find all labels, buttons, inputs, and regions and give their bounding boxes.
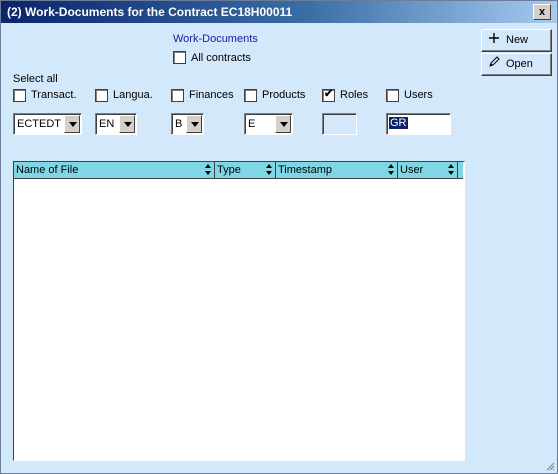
- roles-textbox[interactable]: [322, 113, 357, 135]
- finances-combo[interactable]: B: [171, 113, 204, 135]
- column-header-type[interactable]: Type: [215, 162, 276, 178]
- products-combo-value: E: [248, 118, 256, 130]
- column-header-user[interactable]: User: [398, 162, 458, 178]
- transact-checkbox[interactable]: [13, 89, 26, 102]
- sort-icon[interactable]: [388, 164, 394, 176]
- window-title: (2) Work-Documents for the Contract EC18…: [7, 5, 293, 19]
- chevron-down-icon[interactable]: [275, 115, 291, 133]
- checkmark-icon: ✔: [324, 88, 334, 100]
- all-contracts-label: All contracts: [191, 52, 251, 64]
- chevron-down-icon[interactable]: [119, 115, 135, 133]
- column-header-name-of-file[interactable]: Name of File: [14, 162, 215, 178]
- products-combo[interactable]: E: [244, 113, 293, 135]
- sort-icon[interactable]: [266, 164, 272, 176]
- column-header-timestamp[interactable]: Timestamp: [276, 162, 398, 178]
- users-checkbox[interactable]: [386, 89, 399, 102]
- sort-icon[interactable]: [448, 164, 454, 176]
- transact-combo-value: ECTEDT: [17, 118, 61, 130]
- open-button-label: Open: [506, 58, 533, 70]
- roles-checkbox[interactable]: ✔: [322, 88, 335, 102]
- users-textbox-value: GR: [389, 117, 408, 129]
- documents-table[interactable]: Name of File Type Timestamp User: [13, 161, 465, 461]
- products-label: Products: [262, 89, 306, 101]
- users-textbox[interactable]: GR: [386, 113, 451, 135]
- finances-checkbox[interactable]: [171, 89, 184, 102]
- langua-checkbox[interactable]: [95, 89, 108, 102]
- plus-icon: [488, 32, 500, 47]
- transact-combo[interactable]: ECTEDT: [13, 113, 82, 135]
- close-button[interactable]: x: [533, 4, 551, 20]
- select-all-label: Select all: [13, 73, 58, 85]
- transact-label: Transact.: [31, 89, 77, 101]
- chevron-down-icon[interactable]: [186, 115, 202, 133]
- users-label: Users: [404, 89, 433, 101]
- work-documents-window: (2) Work-Documents for the Contract EC18…: [0, 0, 558, 474]
- section-title: Work-Documents: [173, 33, 258, 45]
- finances-label: Finances: [189, 89, 234, 101]
- langua-combo-value: EN: [99, 118, 115, 130]
- sort-icon[interactable]: [205, 164, 211, 176]
- title-bar[interactable]: (2) Work-Documents for the Contract EC18…: [1, 1, 557, 23]
- all-contracts-checkbox[interactable]: [173, 51, 186, 64]
- products-checkbox[interactable]: [244, 89, 257, 102]
- new-button[interactable]: New: [481, 29, 552, 52]
- table-header: Name of File Type Timestamp User: [14, 162, 463, 179]
- resize-grip-icon[interactable]: [545, 461, 555, 471]
- chevron-down-icon[interactable]: [64, 115, 80, 133]
- langua-combo[interactable]: EN: [95, 113, 137, 135]
- langua-label: Langua.: [113, 89, 153, 101]
- finances-combo-value: B: [175, 118, 183, 130]
- open-button[interactable]: Open: [481, 53, 552, 76]
- roles-label: Roles: [340, 89, 369, 101]
- pencil-icon: [488, 56, 500, 71]
- new-button-label: New: [506, 34, 529, 46]
